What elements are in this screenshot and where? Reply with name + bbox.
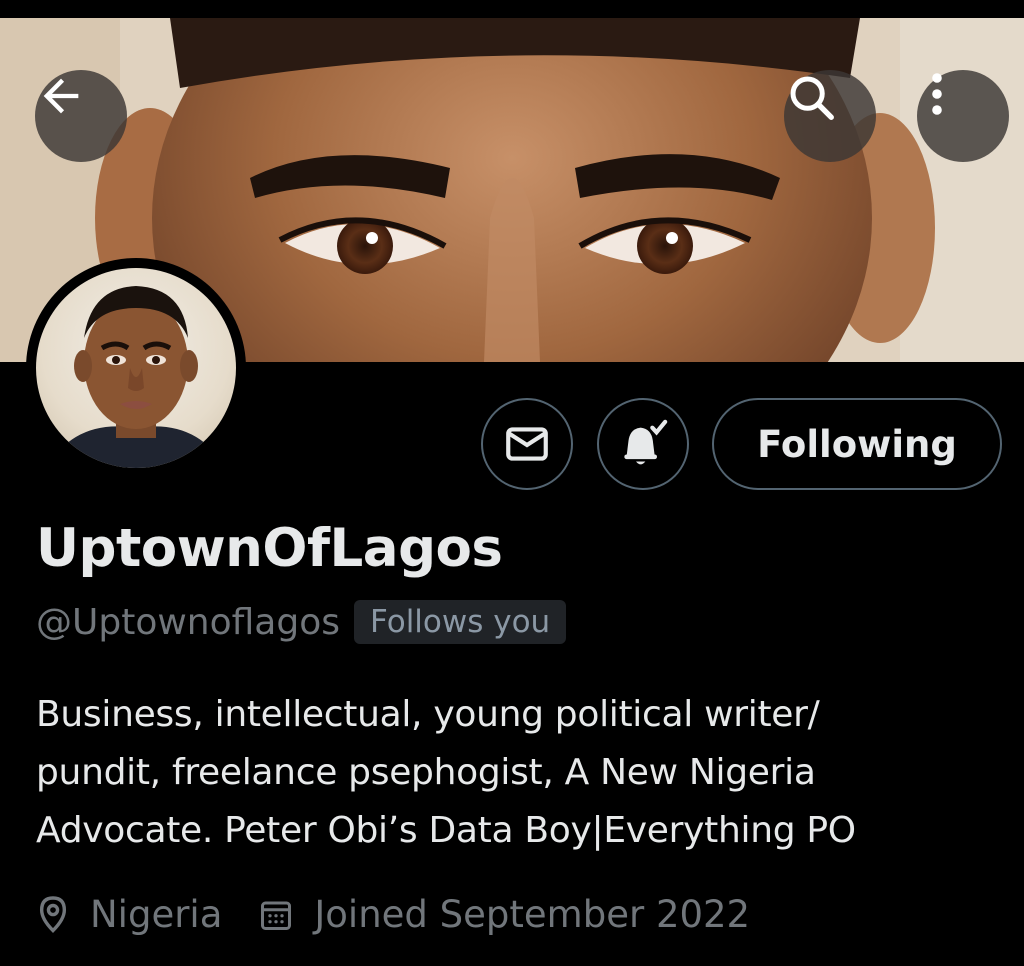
search-button[interactable]: [784, 70, 876, 162]
back-button[interactable]: [35, 70, 127, 162]
arrow-left-icon: [43, 78, 79, 114]
profile-avatar[interactable]: [26, 258, 246, 478]
follows-you-badge: Follows you: [354, 600, 567, 644]
more-options-button[interactable]: [917, 70, 1009, 162]
location-text: Nigeria: [90, 893, 223, 936]
joined-item: Joined September 2022: [258, 893, 750, 936]
following-button[interactable]: Following: [712, 398, 1002, 490]
avatar-image: [46, 286, 226, 468]
joined-date: Joined September 2022: [314, 893, 751, 936]
location-item: Nigeria: [36, 893, 222, 936]
user-handle: @Uptownoflagos: [36, 601, 340, 643]
message-button[interactable]: [481, 398, 573, 490]
bio-line: pundit, freelance psephogist, A New Nige…: [36, 752, 816, 793]
bell-check-icon: [624, 419, 668, 465]
handle-row: @Uptownoflagos Follows you: [36, 600, 567, 644]
notifications-button[interactable]: [597, 398, 689, 490]
profile-bio: Business, intellectual, young political …: [36, 686, 996, 860]
calendar-icon: [261, 901, 292, 930]
location-pin-icon: [39, 895, 67, 933]
status-bar-strip: [0, 0, 1024, 18]
bio-line: Advocate. Peter Obi’s Data Boy|Everythin…: [36, 810, 856, 851]
avatar: [36, 268, 236, 468]
display-name: UptownOfLagos: [36, 518, 503, 579]
bio-line: Business, intellectual, young political …: [36, 694, 820, 735]
profile-meta: Nigeria Joined September 2022: [36, 893, 750, 936]
envelope-icon: [506, 427, 548, 461]
more-vertical-icon: [932, 73, 942, 115]
search-icon: [790, 76, 834, 120]
